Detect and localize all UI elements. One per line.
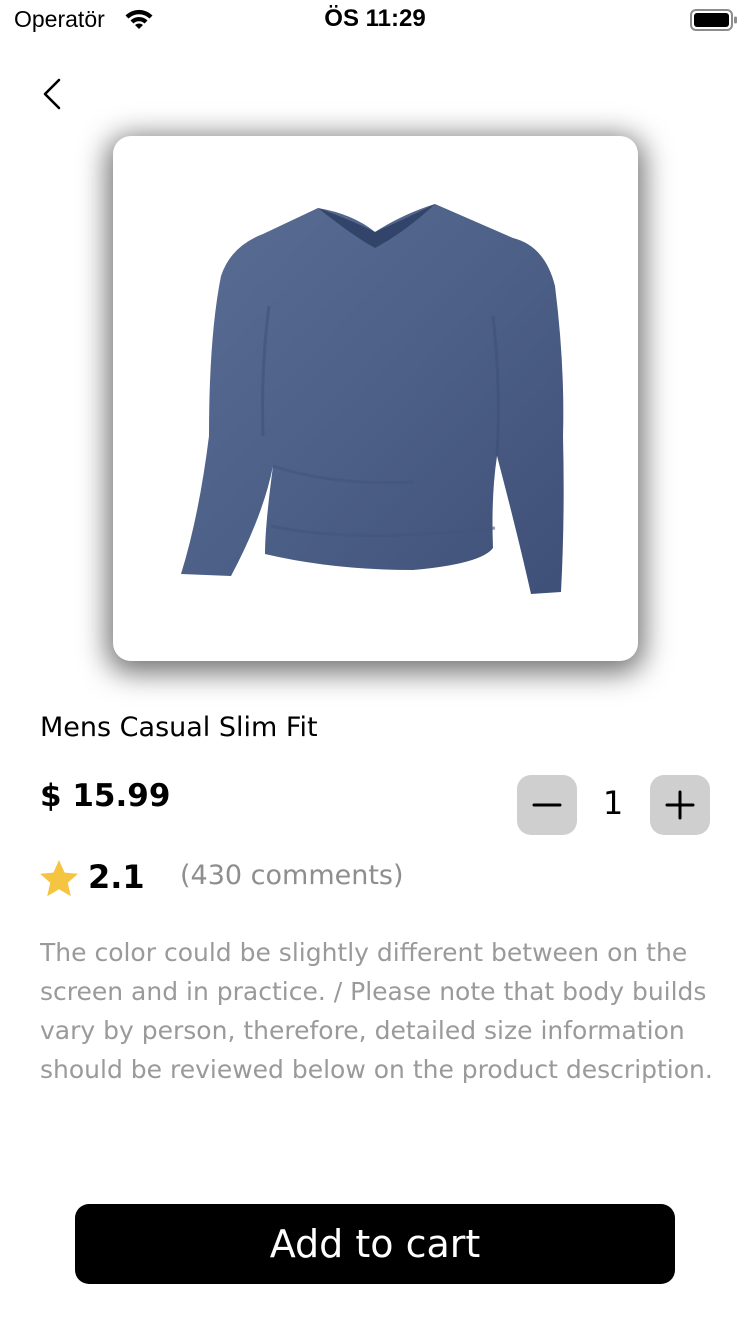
quantity-value: 1: [602, 784, 624, 822]
rating-value: 2.1: [88, 858, 145, 896]
add-to-cart-button[interactable]: Add to cart: [75, 1204, 675, 1284]
star-icon: [40, 860, 78, 897]
back-button[interactable]: [32, 72, 76, 116]
product-price: $ 15.99: [40, 778, 171, 814]
product-detail-screen: Operatör ÖS 11:29 Mens Casual Slim Fit $…: [0, 0, 750, 1334]
plus-icon: [665, 790, 695, 820]
battery-icon: [690, 9, 737, 31]
product-image: [181, 204, 564, 594]
product-description: The color could be slightly different be…: [40, 938, 713, 1084]
status-bar: Operatör ÖS 11:29: [0, 0, 750, 44]
product-title: Mens Casual Slim Fit: [40, 712, 318, 743]
comments-count[interactable]: (430 comments): [180, 860, 404, 891]
decrease-quantity-button[interactable]: [517, 775, 577, 835]
minus-icon: [532, 803, 562, 807]
status-time: ÖS 11:29: [324, 5, 426, 32]
product-image-card: [113, 136, 638, 661]
increase-quantity-button[interactable]: [650, 775, 710, 835]
chevron-left-icon: [43, 78, 61, 110]
